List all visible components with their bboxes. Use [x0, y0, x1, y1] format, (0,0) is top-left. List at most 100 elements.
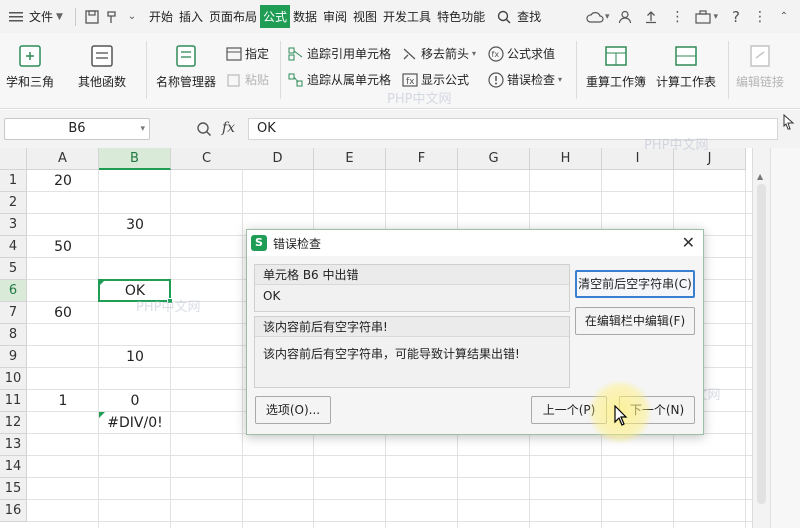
row-header-7[interactable]: 7 — [0, 302, 27, 324]
search-icon[interactable] — [494, 7, 514, 27]
tab-developer[interactable]: 开发工具 — [380, 8, 434, 25]
row-header-11[interactable]: 11 — [0, 390, 27, 412]
edit-in-formula-bar-button[interactable]: 在编辑栏中编辑(F) — [575, 307, 695, 335]
file-menu[interactable]: 文件 — [26, 8, 56, 25]
grid-line — [745, 170, 746, 528]
search-label[interactable]: 查找 — [514, 8, 544, 25]
hamburger-menu-icon[interactable] — [6, 7, 26, 27]
math-trig-button[interactable]: 学和三角 — [6, 43, 54, 90]
cell-error-heading: 单元格 B6 中出错 — [255, 265, 569, 285]
tab-special[interactable]: 特色功能 — [434, 8, 488, 25]
row-header-16[interactable]: 16 — [0, 500, 27, 522]
row-header-4[interactable]: 4 — [0, 236, 27, 258]
calc-sheet-button[interactable]: 计算工作表 — [656, 43, 716, 90]
remove-arrows-button[interactable]: 移去箭头 ▾ — [402, 45, 476, 62]
name-manager-button[interactable]: 名称管理器 — [156, 43, 216, 90]
chevron-down-icon[interactable]: ▼ — [56, 12, 63, 22]
cell-a4[interactable]: 50 — [27, 236, 99, 258]
error-check-icon — [488, 71, 504, 88]
cell-a11[interactable]: 1 — [27, 390, 99, 412]
row-header-2[interactable]: 2 — [0, 192, 27, 214]
define-name-button[interactable]: 指定 — [226, 45, 269, 62]
upload-icon[interactable] — [641, 7, 661, 27]
cell-b3[interactable]: 30 — [99, 214, 171, 236]
trace-dependents-button[interactable]: 追踪从属单元格 — [288, 71, 391, 88]
trim-spaces-button[interactable]: 清空前后空字符串(C) — [575, 270, 695, 298]
row-header-3[interactable]: 3 — [0, 214, 27, 236]
column-header-d[interactable]: D — [242, 148, 314, 170]
more-dots-icon[interactable]: ⋮ — [667, 7, 687, 27]
other-functions-button[interactable]: 其他函数 — [78, 43, 126, 90]
row-header-15[interactable]: 15 — [0, 478, 27, 500]
row-header-12[interactable]: 12 — [0, 412, 27, 434]
fx-icon[interactable]: fx — [222, 120, 235, 136]
tab-formulas[interactable]: 公式 — [259, 5, 290, 28]
tab-view[interactable]: 视图 — [350, 8, 380, 25]
vertical-scrollbar[interactable]: ▲ — [752, 148, 770, 528]
column-header-e[interactable]: E — [314, 148, 386, 170]
chevron-down-icon[interactable]: ▾ — [140, 119, 145, 139]
show-formulas-button[interactable]: fx 显示公式 — [402, 71, 469, 88]
close-icon[interactable]: ✕ — [682, 233, 695, 252]
name-box[interactable]: B6 ▾ — [4, 118, 150, 140]
row-header-6[interactable]: 6 — [0, 280, 27, 302]
tab-data[interactable]: 数据 — [290, 8, 320, 25]
watermark: PHP中文网 — [136, 300, 201, 315]
row-header-13[interactable]: 13 — [0, 434, 27, 456]
row-header-1[interactable]: 1 — [0, 170, 27, 192]
tab-page-layout[interactable]: 页面布局 — [206, 8, 260, 25]
help-icon[interactable]: ? — [726, 7, 746, 27]
other-functions-icon — [91, 45, 113, 67]
trace-precedents-button[interactable]: 追踪引用单元格 — [288, 45, 391, 62]
cell-b9[interactable]: 10 — [99, 346, 171, 368]
previous-button[interactable]: 上一个(P) — [531, 396, 607, 424]
scroll-up-icon[interactable]: ▲ — [757, 172, 763, 181]
expand-pane-icon[interactable] — [783, 114, 795, 130]
row-header-8[interactable]: 8 — [0, 324, 27, 346]
cell-a1[interactable]: 20 — [27, 170, 99, 192]
tab-review[interactable]: 审阅 — [320, 8, 350, 25]
format-painter-icon[interactable] — [102, 7, 122, 27]
chevron-down-icon[interactable]: ▾ — [605, 12, 610, 22]
collapse-ribbon-icon[interactable]: ⌃ — [774, 7, 794, 27]
save-icon[interactable] — [82, 7, 102, 27]
error-check-button[interactable]: 错误检查 ▾ — [488, 71, 562, 88]
paste-name-button[interactable]: 粘贴 — [226, 71, 269, 88]
next-button[interactable]: 下一个(N) — [619, 396, 695, 424]
options-button[interactable]: 选项(O)... — [255, 396, 331, 424]
more-chevron-icon[interactable]: ⌄ — [122, 7, 142, 27]
cell-b12[interactable]: #DIV/0! — [99, 412, 171, 434]
select-all-corner[interactable] — [0, 148, 27, 170]
chevron-down-icon[interactable]: ▾ — [713, 12, 718, 22]
row-header-10[interactable]: 10 — [0, 368, 27, 390]
column-header-h[interactable]: H — [530, 148, 602, 170]
grid-line — [27, 191, 752, 192]
recalc-workbook-button[interactable]: 重算工作簿 — [586, 43, 646, 90]
more-dots-icon[interactable]: ⋮ — [750, 7, 770, 27]
column-header-b[interactable]: B — [99, 148, 171, 170]
edit-links-button[interactable]: 编辑链接 — [736, 43, 784, 90]
evaluate-formula-button[interactable]: fx 公式求值 — [488, 45, 555, 62]
row-header-14[interactable]: 14 — [0, 456, 27, 478]
row-header-5[interactable]: 5 — [0, 258, 27, 280]
column-header-c[interactable]: C — [171, 148, 243, 170]
grid-line — [27, 477, 752, 478]
cell-a7[interactable]: 60 — [27, 302, 99, 324]
cloud-sync-icon[interactable] — [585, 7, 605, 27]
error-indicator-icon[interactable] — [99, 412, 105, 418]
toolbox-icon[interactable] — [693, 7, 713, 27]
row-header-9[interactable]: 9 — [0, 346, 27, 368]
scrollbar-thumb[interactable] — [757, 184, 766, 504]
description-body: 该内容前后有空字符串，可能导致计算结果出错! — [263, 347, 520, 361]
column-header-a[interactable]: A — [27, 148, 99, 170]
cell-b11[interactable]: 0 — [99, 390, 171, 412]
tab-insert[interactable]: 插入 — [176, 8, 206, 25]
share-user-icon[interactable] — [615, 7, 635, 27]
column-header-f[interactable]: F — [386, 148, 458, 170]
tab-home[interactable]: 开始 — [146, 8, 176, 25]
zoom-icon[interactable] — [196, 121, 212, 140]
chevron-down-icon[interactable]: ▾ — [558, 75, 562, 84]
chevron-down-icon[interactable]: ▾ — [472, 49, 476, 58]
column-header-g[interactable]: G — [458, 148, 530, 170]
dialog-titlebar[interactable]: S 错误检查 ✕ — [247, 230, 703, 256]
